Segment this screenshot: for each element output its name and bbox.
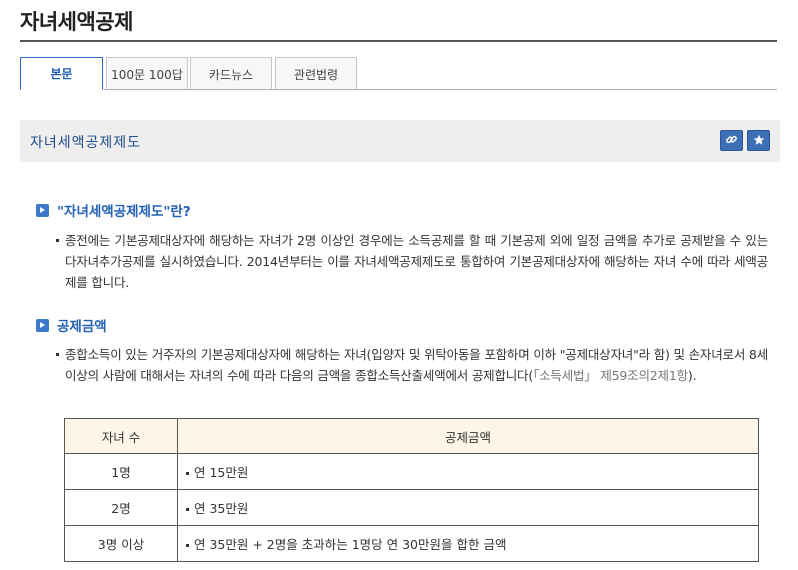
tab-baseline: [20, 89, 777, 90]
child-count-cell: 3명 이상: [64, 525, 178, 562]
tab-main[interactable]: 본문: [20, 57, 103, 90]
amount-value: 연 35만원 + 2명을 초과하는 1명당 연 30만원을 합한 금액: [194, 537, 507, 552]
section-title: 자녀세액공제제도: [30, 135, 142, 151]
bullet-icon: [186, 544, 189, 547]
definition-heading: "자녀세액공제제도"란?: [36, 200, 191, 220]
favorite-button[interactable]: [747, 130, 770, 151]
link-icon: [725, 131, 738, 150]
amount-value: 연 15만원: [194, 465, 249, 480]
amount-paragraph: 종합소득이 있는 거주자의 기본공제대상자에 해당하는 자녀(입양자 및 위탁아…: [56, 344, 768, 386]
section-header: 자녀세액공제제도: [20, 120, 780, 162]
amount-cell: 연 35만원: [177, 489, 759, 526]
tab-related-laws[interactable]: 관련법령: [275, 57, 357, 90]
header-child-count: 자녀 수: [64, 418, 178, 454]
table-row: 1명 연 15만원: [64, 453, 759, 490]
amount-value: 연 35만원: [194, 501, 249, 516]
amount-text-wrap: 종합소득이 있는 거주자의 기본공제대상자에 해당하는 자녀(입양자 및 위탁아…: [56, 344, 768, 386]
law-reference-link[interactable]: 「소득세법」 제59조의2제1항: [533, 368, 688, 383]
bullet-icon: [56, 239, 59, 242]
amount-heading-text: 공제금액: [57, 319, 107, 335]
arrow-box-icon: [36, 318, 49, 332]
table-header-row: 자녀 수 공제금액: [64, 418, 759, 454]
definition-heading-text: "자녀세액공제제도"란?: [57, 204, 191, 220]
definition-text: 종전에는 기본공제대상자에 해당하는 자녀가 2명 이상인 경우에는 소득공제를…: [65, 233, 768, 290]
child-count-cell: 2명: [64, 489, 178, 526]
tab-bar: 본문 100문 100답 카드뉴스 관련법령: [20, 57, 777, 90]
deduction-table: 자녀 수 공제금액 1명 연 15만원 2명 연 35만원 3명 이상 연 35…: [64, 418, 759, 562]
bullet-icon: [186, 508, 189, 511]
table-row: 3명 이상 연 35만원 + 2명을 초과하는 1명당 연 30만원을 합한 금…: [64, 525, 759, 562]
table-row: 2명 연 35만원: [64, 489, 759, 526]
title-divider: [20, 40, 777, 42]
header-deduction-amount: 공제금액: [177, 418, 759, 454]
page-title: 자녀세액공제: [20, 10, 133, 34]
bullet-icon: [186, 472, 189, 475]
link-button[interactable]: [720, 130, 743, 151]
amount-cell: 연 35만원 + 2명을 초과하는 1명당 연 30만원을 합한 금액: [177, 525, 759, 562]
tab-card-news[interactable]: 카드뉴스: [190, 57, 272, 90]
child-count-cell: 1명: [64, 453, 178, 490]
arrow-box-icon: [36, 203, 49, 217]
amount-heading: 공제금액: [36, 315, 107, 335]
star-icon: [753, 131, 765, 150]
amount-cell: 연 15만원: [177, 453, 759, 490]
amount-text-tail: ).: [687, 368, 697, 383]
definition-paragraph: 종전에는 기본공제대상자에 해당하는 자녀가 2명 이상인 경우에는 소득공제를…: [56, 230, 768, 293]
tab-100-qa[interactable]: 100문 100답: [106, 57, 188, 90]
bullet-icon: [56, 353, 59, 356]
